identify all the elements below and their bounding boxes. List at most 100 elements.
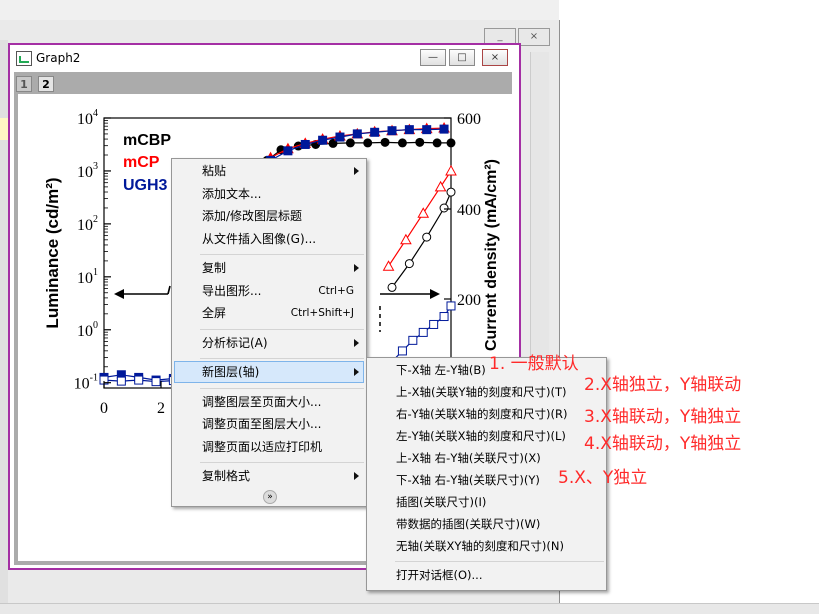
data-point	[363, 138, 373, 148]
menu-separator	[200, 328, 364, 330]
left-tick-exponent: 4	[93, 108, 98, 119]
context-menu-item[interactable]: 从文件插入图像(G)...	[202, 229, 316, 249]
data-point	[382, 260, 395, 271]
annotation-3: 3.X轴联动，Y轴独立	[584, 407, 742, 427]
menu-separator	[200, 358, 364, 359]
data-point	[345, 138, 355, 148]
context-menu: 粘贴添加文本... 添加/修改图层标题 从文件插入图像(G)... 复制导出图形...…	[171, 158, 367, 507]
right-axis-title: Current density (mA/cm²)	[483, 159, 500, 351]
context-menu-item[interactable]: 分析标记(A)	[202, 333, 268, 353]
left-tick-exponent: 3	[93, 161, 98, 172]
legend-mcp: mCP	[123, 154, 160, 171]
x-tick-label: 2	[157, 400, 165, 417]
menu-separator	[395, 561, 604, 562]
submenu-item[interactable]: 插图(关联尺寸)(I)	[396, 492, 486, 512]
menu-shortcut: Ctrl+G	[318, 284, 354, 297]
data-point	[387, 126, 397, 136]
left-tick-exponent: 0	[93, 320, 98, 331]
submenu-item[interactable]: 无轴(关联XY轴的刻度和尺寸)(N)	[396, 536, 564, 556]
right-tick-label: 600	[457, 111, 481, 128]
data-point	[446, 138, 456, 148]
data-point	[408, 335, 418, 345]
submenu-item[interactable]: 下-X轴 右-Y轴(关联尺寸)(Y)	[396, 470, 540, 490]
left-arrow-tick	[167, 285, 171, 295]
menu-separator	[200, 254, 364, 255]
context-menu-item[interactable]: 调整页面以适应打印机	[202, 437, 322, 457]
context-menu-item[interactable]: 复制格式	[202, 466, 250, 486]
data-point	[418, 327, 428, 337]
menu-separator	[200, 387, 364, 389]
data-point	[415, 137, 425, 147]
submenu-arrow-icon	[354, 368, 359, 376]
data-point	[422, 232, 432, 242]
left-tick-exponent: 1	[93, 267, 98, 278]
data-point	[434, 180, 447, 192]
data-point	[151, 377, 161, 387]
right-arrow-head	[430, 289, 440, 299]
context-menu-item[interactable]: 粘贴	[202, 161, 226, 181]
submenu-item[interactable]: 带数据的插图(关联尺寸)(W)	[396, 514, 540, 534]
context-menu-item[interactable]: 添加文本...	[202, 184, 261, 204]
data-point	[445, 164, 457, 176]
data-point	[300, 139, 310, 149]
submenu-item[interactable]: 上-X轴 右-Y轴(关联尺寸)(X)	[396, 448, 541, 468]
context-menu-item[interactable]: 全屏	[202, 303, 226, 323]
submenu-item[interactable]: 上-X轴(关联Y轴的刻度和尺寸)(T)	[396, 382, 567, 402]
submenu-item[interactable]: 下-X轴 左-Y轴(B)	[396, 360, 486, 380]
submenu-item[interactable]: 打开对话框(O)...	[396, 565, 483, 585]
annotation-2: 2.X轴独立，Y轴联动	[584, 375, 742, 395]
left-tick-label: 10-1	[74, 373, 98, 393]
data-point	[404, 259, 414, 269]
context-menu-item[interactable]: 调整页面至图层大小...	[202, 414, 321, 434]
data-point	[446, 187, 456, 197]
menu-shortcut: Ctrl+Shift+J	[290, 307, 354, 319]
data-point	[432, 138, 442, 148]
left-tick-exponent: 2	[93, 214, 98, 225]
data-point	[439, 312, 449, 322]
submenu-item[interactable]: 左-Y轴(关联X轴的刻度和尺寸)(L)	[396, 426, 566, 446]
left-tick-label: 103	[77, 161, 98, 181]
left-tick-exponent: -1	[90, 373, 98, 384]
data-point	[429, 319, 439, 329]
left-arrow-head	[114, 289, 124, 299]
left-tick-label: 101	[77, 267, 98, 287]
annotation-5: 5.X、Y独立	[558, 468, 648, 488]
data-point	[397, 138, 407, 148]
data-point	[387, 282, 397, 292]
left-tick-label: 100	[77, 320, 98, 340]
data-point	[397, 346, 407, 356]
data-point	[446, 301, 456, 311]
context-menu-item[interactable]: 导出图形...	[202, 281, 261, 301]
data-point	[134, 375, 144, 385]
right-tick-label: 200	[457, 292, 481, 309]
expand-more-icon[interactable]: »	[263, 490, 277, 504]
data-point	[417, 207, 430, 218]
annotation-4: 4.X轴联动，Y轴独立	[584, 434, 742, 454]
data-point	[352, 129, 362, 139]
legend-mcbp: mCBP	[123, 132, 171, 149]
annotation-1: 1. 一般默认	[489, 354, 579, 374]
left-tick-label: 102	[77, 214, 98, 234]
context-menu-item[interactable]: 添加/修改图层标题	[202, 206, 302, 226]
menu-separator	[200, 462, 364, 463]
submenu-item[interactable]: 右-Y轴(关联X轴的刻度和尺寸)(R)	[396, 404, 568, 424]
submenu-arrow-icon	[354, 264, 359, 272]
submenu-arrow-icon	[354, 167, 359, 175]
data-point	[439, 203, 449, 213]
data-point	[335, 132, 345, 142]
bottom-toolbar	[0, 603, 819, 614]
context-menu-item[interactable]: 新图层(轴)	[202, 362, 259, 382]
legend-ugh3: UGH3	[123, 177, 168, 194]
x-tick-label: 0	[100, 400, 108, 417]
data-point	[439, 124, 449, 134]
left-axis-title: Luminance (cd/m²)	[43, 177, 62, 328]
data-point	[404, 125, 414, 135]
submenu-arrow-icon	[354, 338, 359, 347]
data-point	[116, 376, 126, 386]
data-point	[318, 135, 328, 145]
context-menu-item[interactable]: 调整图层至页面大小...	[202, 392, 321, 412]
context-menu-item[interactable]: 复制	[202, 258, 226, 278]
data-point	[283, 146, 293, 156]
submenu-arrow-icon	[354, 472, 359, 480]
data-point	[380, 137, 390, 147]
